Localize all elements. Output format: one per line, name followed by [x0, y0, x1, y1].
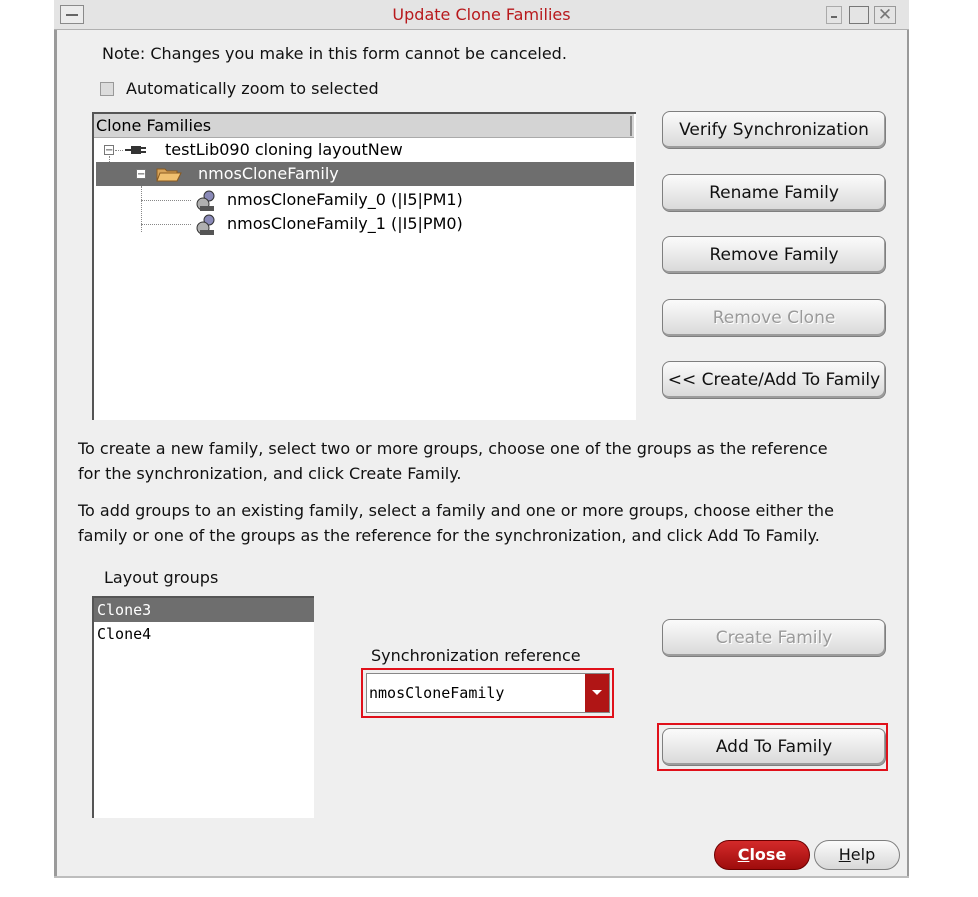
maximize-button[interactable]	[849, 6, 869, 24]
tree-header: Clone Families	[94, 114, 634, 138]
help-label-rest: elp	[850, 845, 876, 864]
close-window-button[interactable]: ✕	[874, 6, 896, 24]
add-to-family-button[interactable]: Add To Family	[662, 728, 886, 766]
clone-families-tree[interactable]: Clone Families − testLib090 cloning layo…	[92, 112, 636, 420]
title-bar: Update Clone Families	[54, 0, 909, 30]
auto-zoom-label[interactable]: Automatically zoom to selected	[126, 79, 379, 98]
note-text: Note: Changes you make in this form cann…	[102, 44, 567, 63]
rename-family-button[interactable]: Rename Family	[662, 174, 886, 212]
layout-groups-list[interactable]: Clone3 Clone4	[92, 596, 314, 818]
clone-icon	[196, 190, 215, 211]
tree-node-label: testLib090 cloning layoutNew	[165, 140, 403, 159]
tree-node-label: nmosCloneFamily_0 (|I5|PM1)	[227, 190, 463, 209]
close-label-rest: lose	[749, 845, 787, 864]
folder-open-icon	[156, 168, 182, 182]
create-instructions-line1: To create a new family, select two or mo…	[78, 439, 828, 458]
sync-reference-dropdown[interactable]: nmosCloneFamily	[366, 673, 610, 713]
create-add-to-family-button[interactable]: << Create/Add To Family	[662, 361, 886, 399]
minimize-button[interactable]	[826, 6, 842, 24]
verify-synchronization-button[interactable]: Verify Synchronization	[662, 111, 886, 149]
sync-reference-label: Synchronization reference	[371, 646, 581, 665]
create-family-button[interactable]: Create Family	[662, 619, 886, 657]
plug-icon	[125, 146, 146, 154]
collapse-icon[interactable]: −	[104, 145, 114, 156]
tree-node-clone[interactable]: nmosCloneFamily_0 (|I5|PM1)	[94, 188, 634, 212]
remove-family-button[interactable]: Remove Family	[662, 236, 886, 274]
tree-node-family[interactable]: − nmosCloneFamily	[96, 162, 634, 186]
tree-node-label: nmosCloneFamily	[198, 164, 339, 183]
tree-node-clone[interactable]: nmosCloneFamily_1 (|I5|PM0)	[94, 212, 634, 236]
tree-node-library[interactable]: − testLib090 cloning layoutNew	[94, 138, 634, 162]
close-mnemonic: C	[737, 845, 750, 864]
tree-header-label: Clone Families	[96, 116, 212, 135]
create-instructions-line2: for the synchronization, and click Creat…	[78, 464, 462, 483]
collapse-icon[interactable]: −	[136, 169, 146, 180]
close-button[interactable]: Close	[714, 840, 810, 870]
add-instructions-line2: family or one of the groups as the refer…	[78, 526, 820, 545]
window-bottom-edge	[54, 876, 909, 878]
remove-clone-button[interactable]: Remove Clone	[662, 299, 886, 337]
list-item[interactable]: Clone3	[94, 598, 314, 622]
dropdown-arrow-icon[interactable]	[585, 674, 609, 712]
list-item[interactable]: Clone4	[94, 622, 314, 646]
create-instructions: To create a new family, select two or mo…	[78, 436, 904, 486]
sync-reference-value: nmosCloneFamily	[369, 684, 505, 702]
layout-groups-label: Layout groups	[104, 568, 219, 587]
add-instructions-line1: To add groups to an existing family, sel…	[78, 501, 834, 520]
auto-zoom-checkbox[interactable]	[100, 82, 114, 96]
window-title: Update Clone Families	[392, 5, 571, 24]
help-mnemonic: H	[838, 845, 851, 864]
add-instructions: To add groups to an existing family, sel…	[78, 498, 904, 548]
tree-node-label: nmosCloneFamily_1 (|I5|PM0)	[227, 214, 463, 233]
help-button[interactable]: Help	[814, 840, 900, 870]
clone-icon	[196, 214, 215, 235]
